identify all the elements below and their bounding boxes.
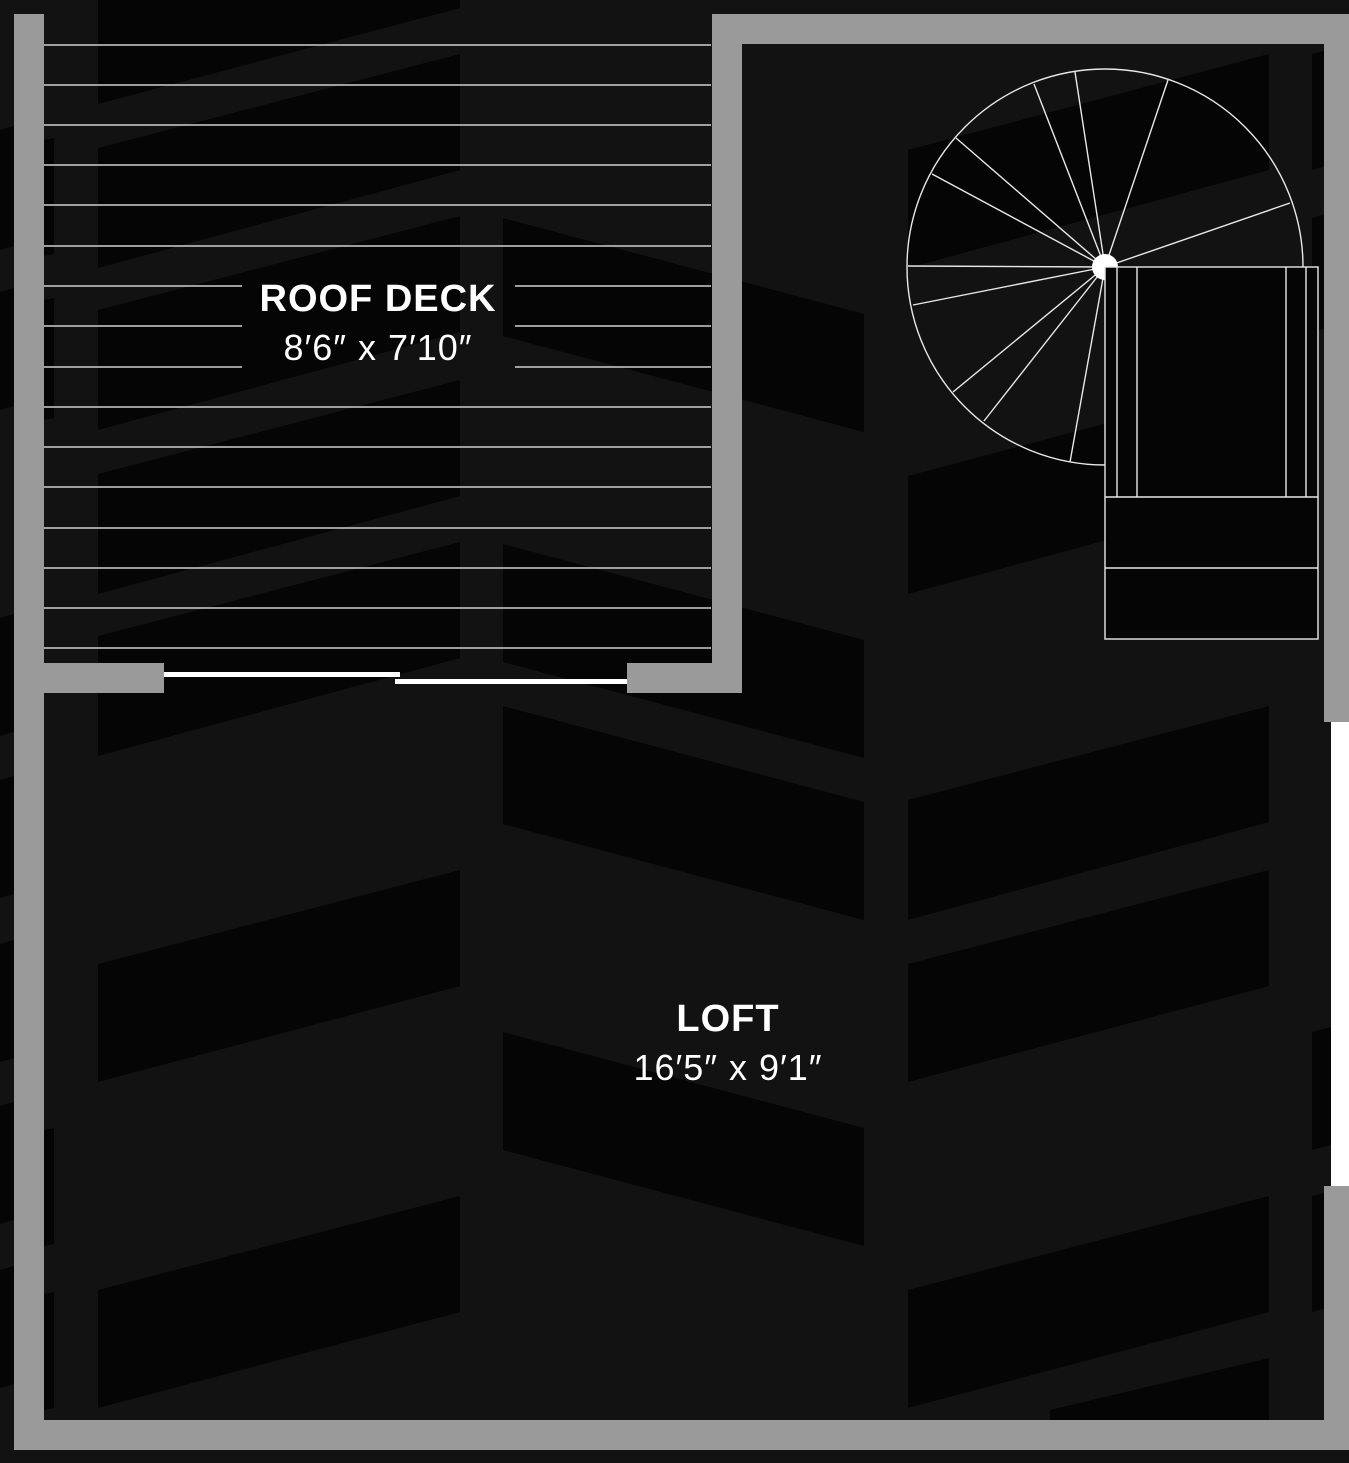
roof-deck-label: ROOF DECK	[260, 278, 497, 320]
wall-right-lower	[1324, 1186, 1349, 1450]
stair-landing	[1104, 266, 1319, 640]
wall-top	[712, 14, 1349, 44]
wall-deck-bottom-right	[627, 663, 742, 693]
loft-dimensions: 16′5″ x 9′1″	[633, 1047, 822, 1088]
wall-right-upper	[1324, 14, 1349, 722]
window-right	[1331, 722, 1349, 1186]
wall-deck-bottom-left	[14, 663, 164, 693]
wall-deck-right	[712, 14, 742, 693]
loft-label: LOFT	[676, 998, 779, 1040]
floor-plan: ROOF DECK 8′6″ x 7′10″ LOFT 16′5″ x 9′1″	[0, 0, 1349, 1463]
roof-deck-dimensions: 8′6″ x 7′10″	[283, 327, 472, 368]
wall-bottom	[14, 1420, 1349, 1450]
wall-left	[14, 14, 44, 1450]
